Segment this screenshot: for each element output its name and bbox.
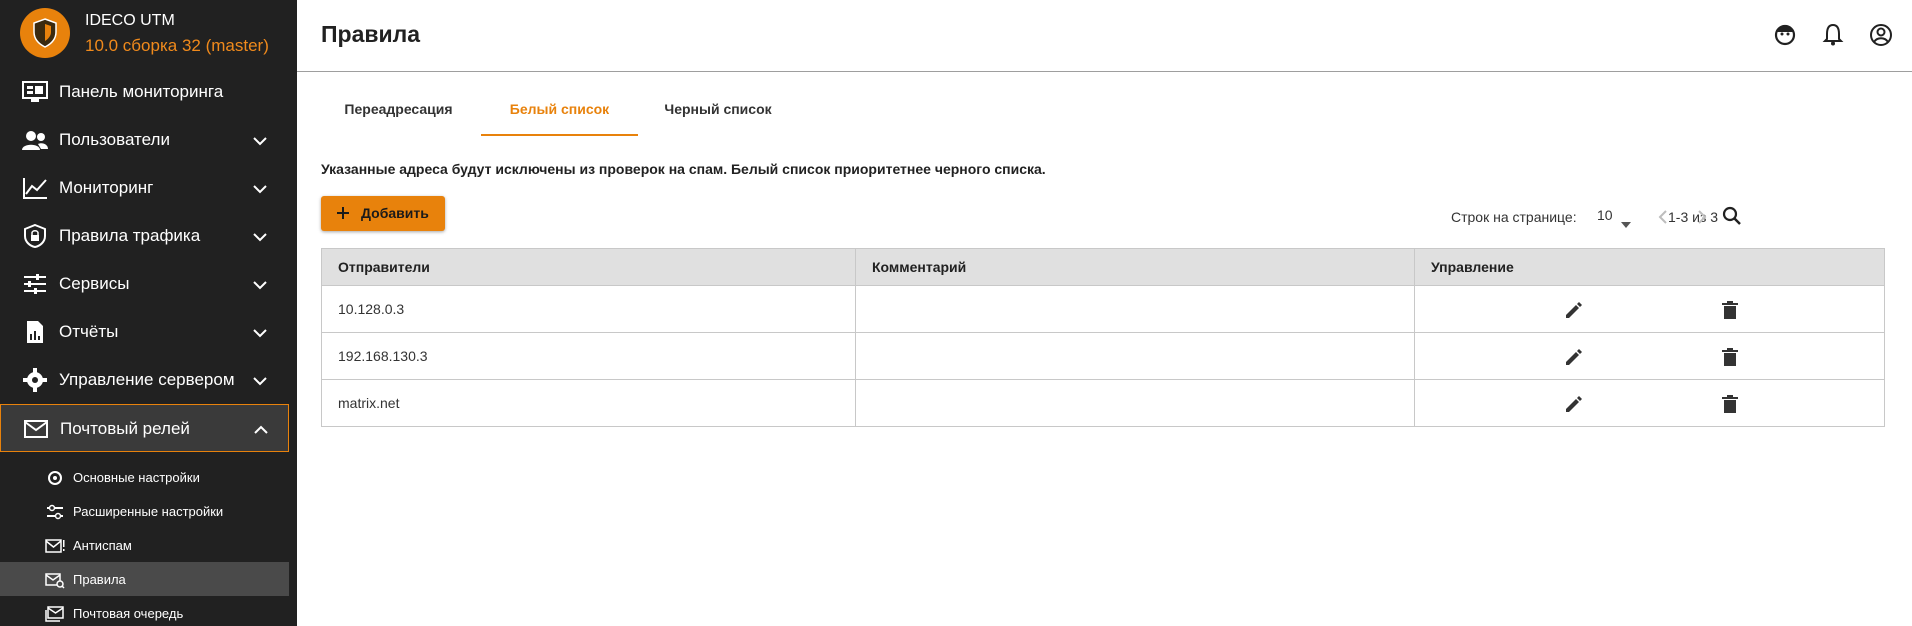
rows-per-page-value: 10 bbox=[1597, 207, 1613, 223]
actions-cell bbox=[1414, 285, 1885, 333]
add-button[interactable]: Добавить bbox=[321, 196, 445, 231]
settings-icon bbox=[45, 469, 65, 487]
column-header-actions: Управление bbox=[1414, 248, 1885, 286]
sidebar-item-mail-relay[interactable]: Почтовый релей bbox=[0, 404, 289, 452]
sidebar-item-services[interactable]: Сервисы bbox=[0, 260, 289, 308]
table-row: 10.128.0.3 bbox=[321, 285, 1885, 333]
app-version: 10.0 сборка 32 (master) bbox=[85, 36, 269, 55]
chevron-down-icon bbox=[253, 181, 267, 199]
bell-icon[interactable] bbox=[1820, 22, 1846, 48]
chevron-down-icon bbox=[253, 277, 267, 295]
table-header-row: Отправители Комментарий Управление bbox=[321, 248, 1885, 286]
delete-icon[interactable] bbox=[1718, 392, 1742, 416]
chart-line-icon bbox=[22, 176, 48, 200]
support-icon[interactable] bbox=[1772, 22, 1798, 48]
chevron-up-icon bbox=[254, 422, 268, 440]
comment-cell bbox=[855, 379, 1415, 427]
subitem-rules[interactable]: Правила bbox=[0, 562, 289, 596]
sender-cell: 192.168.130.3 bbox=[321, 332, 856, 380]
mail-queue-icon bbox=[45, 605, 65, 623]
sidebar-item-monitoring[interactable]: Мониторинг bbox=[0, 164, 289, 212]
brand: IDECO UTM 10.0 сборка 32 (master) bbox=[0, 0, 297, 66]
tune-icon bbox=[22, 272, 48, 296]
chevron-down-icon bbox=[253, 373, 267, 391]
subitem-label: Основные настройки bbox=[73, 470, 200, 485]
caret-down-icon bbox=[1621, 215, 1631, 231]
sidebar-item-reports[interactable]: Отчёты bbox=[0, 308, 289, 356]
chevron-down-icon bbox=[253, 133, 267, 151]
chevron-down-icon bbox=[253, 229, 267, 247]
info-text: Указанные адреса будут исключены из пров… bbox=[321, 161, 1046, 177]
sidebar-item-label: Мониторинг bbox=[59, 178, 154, 197]
rows-per-page-label: Строк на странице: bbox=[1451, 209, 1577, 225]
subitem-mail-queue[interactable]: Почтовая очередь bbox=[0, 596, 289, 626]
delete-icon[interactable] bbox=[1718, 345, 1742, 369]
edit-icon[interactable] bbox=[1562, 345, 1586, 369]
tab-redirect[interactable]: Переадресация bbox=[321, 88, 476, 134]
actions-cell bbox=[1414, 379, 1885, 427]
subitem-advanced-settings[interactable]: Расширенные настройки bbox=[0, 494, 289, 528]
sidebar-item-label: Управление сервером bbox=[59, 370, 235, 389]
header: Правила bbox=[297, 0, 1912, 72]
sidebar-item-dashboard[interactable]: Панель мониторинга bbox=[0, 68, 289, 116]
sidebar-item-label: Сервисы bbox=[59, 274, 130, 293]
gear-icon bbox=[22, 368, 48, 392]
edit-icon[interactable] bbox=[1562, 392, 1586, 416]
column-header-comment: Комментарий bbox=[855, 248, 1415, 286]
tab-blacklist[interactable]: Черный список bbox=[645, 88, 791, 134]
mail-alert-icon bbox=[45, 537, 65, 555]
actions-cell bbox=[1414, 332, 1885, 380]
app-name: IDECO UTM bbox=[85, 12, 175, 29]
subitem-basic-settings[interactable]: Основные настройки bbox=[0, 460, 289, 494]
account-icon[interactable] bbox=[1868, 22, 1894, 48]
table-row: matrix.net bbox=[321, 379, 1885, 427]
rows-per-page-select[interactable]: 10 bbox=[1597, 207, 1637, 229]
sidebar-item-server-management[interactable]: Управление сервером bbox=[0, 356, 289, 404]
sliders-icon bbox=[45, 503, 65, 521]
column-header-senders: Отправители bbox=[321, 248, 856, 286]
prev-page-icon[interactable] bbox=[1650, 204, 1676, 230]
sidebar: IDECO UTM 10.0 сборка 32 (master) Панель… bbox=[0, 0, 297, 626]
sidebar-item-label: Правила трафика bbox=[59, 226, 201, 245]
page-title: Правила bbox=[321, 21, 421, 47]
sender-cell: matrix.net bbox=[321, 379, 856, 427]
sidebar-item-label: Почтовый релей bbox=[60, 419, 190, 438]
monitor-dashboard-icon bbox=[22, 80, 48, 104]
subitem-label: Почтовая очередь bbox=[73, 606, 184, 621]
delete-icon[interactable] bbox=[1718, 298, 1742, 322]
sender-cell: 10.128.0.3 bbox=[321, 285, 856, 333]
report-file-icon bbox=[22, 320, 48, 344]
search-icon[interactable] bbox=[1719, 203, 1745, 229]
sidebar-item-traffic-rules[interactable]: Правила трафика bbox=[0, 212, 289, 260]
sidebar-item-label: Пользователи bbox=[59, 130, 170, 149]
subitem-label: Антиспам bbox=[73, 538, 132, 553]
add-button-label: Добавить bbox=[361, 205, 429, 221]
users-icon bbox=[22, 128, 48, 152]
mail-icon bbox=[23, 417, 49, 441]
next-page-icon[interactable] bbox=[1689, 204, 1715, 230]
comment-cell bbox=[855, 332, 1415, 380]
sidebar-item-label: Отчёты bbox=[59, 322, 119, 341]
tab-whitelist[interactable]: Белый список bbox=[481, 88, 638, 136]
subitem-label: Правила bbox=[73, 572, 126, 587]
shield-logo-icon bbox=[20, 8, 70, 58]
table-row: 192.168.130.3 bbox=[321, 332, 1885, 380]
comment-cell bbox=[855, 285, 1415, 333]
edit-icon[interactable] bbox=[1562, 298, 1586, 322]
subitem-antispam[interactable]: Антиспам bbox=[0, 528, 289, 562]
whitelist-table: Отправители Комментарий Управление 10.12… bbox=[321, 248, 1885, 427]
shield-lock-icon bbox=[22, 223, 48, 249]
main-content: Правила Переадресация Белый список Черны… bbox=[297, 0, 1912, 626]
subitem-label: Расширенные настройки bbox=[73, 504, 224, 519]
plus-icon bbox=[335, 205, 351, 224]
mail-search-icon bbox=[45, 571, 65, 589]
sidebar-item-users[interactable]: Пользователи bbox=[0, 116, 289, 164]
sidebar-item-label: Панель мониторинга bbox=[59, 82, 224, 101]
chevron-down-icon bbox=[253, 325, 267, 343]
